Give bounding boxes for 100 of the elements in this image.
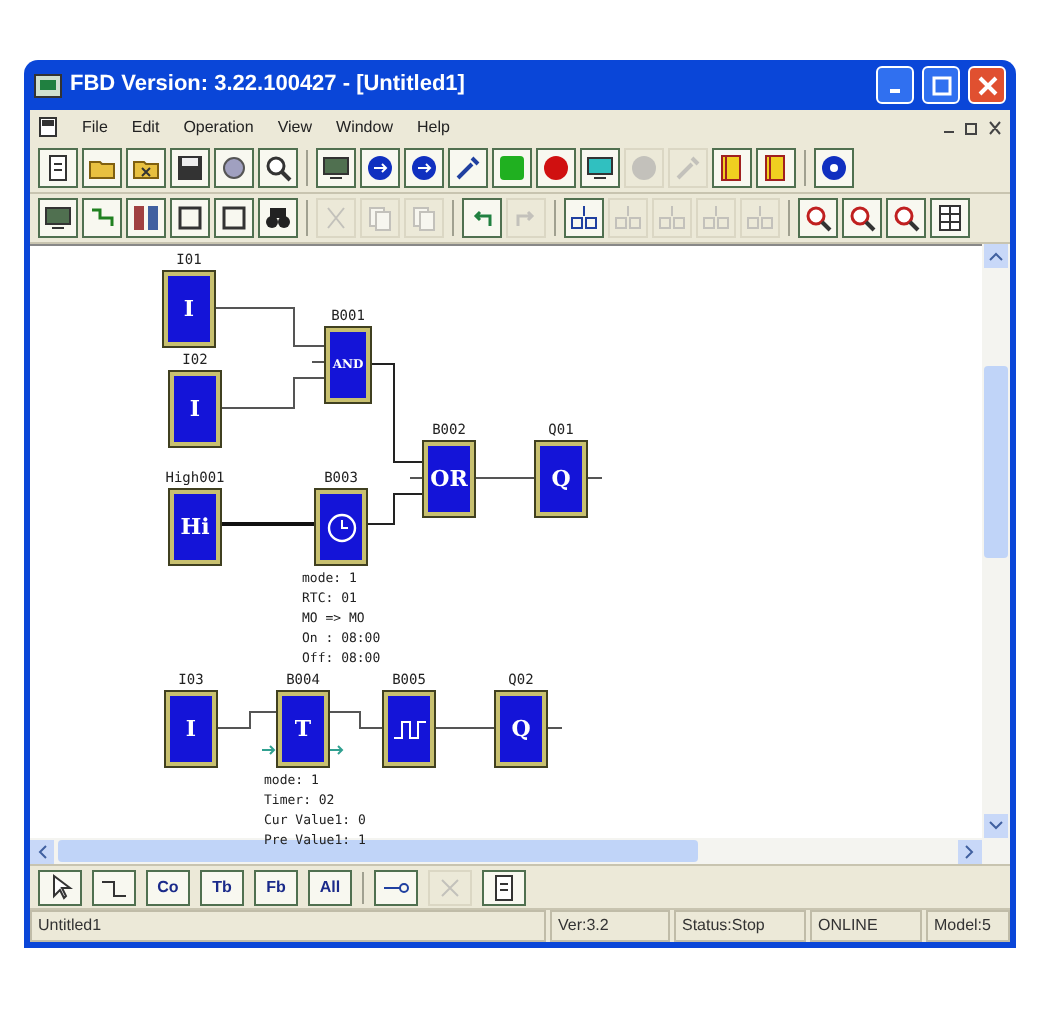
toolbar-button[interactable] (316, 148, 356, 188)
toolbar-button[interactable] (404, 148, 444, 188)
tool-button[interactable]: All (308, 869, 352, 905)
tool-button[interactable]: Tb (200, 869, 244, 905)
toolbar-button[interactable] (756, 148, 796, 188)
toolbar-button[interactable] (798, 198, 838, 238)
horizontal-scrollbar[interactable] (30, 838, 1010, 864)
align-icon (702, 204, 730, 232)
wire (327, 711, 385, 729)
wrench-icon (674, 154, 702, 182)
align-icon (614, 204, 642, 232)
toolbar-button[interactable] (930, 198, 970, 238)
wire (213, 307, 327, 347)
toolbar-button[interactable] (580, 148, 620, 188)
close-button[interactable] (968, 66, 1006, 104)
mdi-controls-icon (942, 119, 1002, 135)
menu-item[interactable]: File (82, 115, 108, 139)
menu-item[interactable]: Edit (131, 115, 160, 139)
clock-icon (325, 511, 357, 543)
close-icon (436, 873, 464, 901)
screen-icon (586, 154, 614, 182)
scroll-left-icon (30, 839, 54, 863)
menu-item[interactable]: View (277, 115, 313, 139)
frame-icon (220, 204, 248, 232)
book-icon (718, 154, 746, 182)
function-block[interactable]: Q (536, 442, 586, 516)
function-block[interactable]: T (278, 692, 328, 766)
circle-icon (630, 154, 658, 182)
zoom-icon (804, 204, 832, 232)
toolbar-button[interactable] (360, 148, 400, 188)
toolbar-button[interactable] (38, 148, 78, 188)
toolbar-button[interactable] (814, 148, 854, 188)
function-block[interactable]: Hi (170, 490, 220, 564)
toolbar-button[interactable] (170, 198, 210, 238)
tool-button[interactable]: Co (146, 869, 190, 905)
wire (433, 727, 497, 729)
function-block[interactable]: OR (424, 442, 474, 516)
menu-item[interactable]: Operation (183, 115, 254, 139)
document-icon (38, 116, 58, 138)
wire (365, 493, 425, 525)
menu-item[interactable]: Window (336, 115, 393, 139)
wire (215, 711, 279, 729)
document-icon (44, 154, 72, 182)
status-pane: Status:Stop (674, 910, 806, 942)
page-icon (490, 873, 518, 901)
grid-icon (936, 204, 964, 232)
diagram-icon (88, 204, 116, 232)
wire (473, 477, 537, 479)
close-icon (977, 75, 997, 95)
run-icon (498, 154, 526, 182)
status-pane: Untitled1 (30, 910, 546, 942)
binoculars-icon (264, 204, 292, 232)
scroll-up-icon (984, 244, 1008, 268)
vertical-scrollbar[interactable] (982, 244, 1010, 838)
maximize-button[interactable] (922, 66, 960, 104)
toolbar-button[interactable] (712, 148, 752, 188)
tool-button[interactable]: Fb (254, 869, 298, 905)
help-icon (820, 154, 848, 182)
wire (219, 377, 327, 409)
app-icon (34, 73, 62, 97)
window-title: FBD Version: 3.22.100427 - [Untitled1] (70, 70, 465, 101)
align-icon (570, 204, 598, 232)
status-pane: ONLINE (810, 910, 922, 942)
toolbar-button[interactable] (170, 148, 210, 188)
tool-button[interactable] (38, 869, 82, 905)
tool-button[interactable] (482, 869, 526, 905)
toolbar-button[interactable] (38, 198, 78, 238)
toolbar-button[interactable] (886, 198, 926, 238)
minimize-button[interactable] (876, 66, 914, 104)
scissors-icon (322, 204, 350, 232)
wrench-icon (454, 154, 482, 182)
toolbar-button[interactable] (214, 148, 254, 188)
toolbar-button[interactable] (214, 198, 254, 238)
pulse-icon (391, 715, 427, 743)
arrow-icon (262, 744, 278, 756)
function-block[interactable]: Q (496, 692, 546, 766)
paste-icon (410, 204, 438, 232)
toolbar-button[interactable] (842, 198, 882, 238)
tool-button[interactable] (374, 869, 418, 905)
arrow-icon (330, 744, 346, 756)
toolbar-button[interactable] (126, 198, 166, 238)
copy-icon (366, 204, 394, 232)
tool-button[interactable] (92, 869, 136, 905)
menu-item[interactable]: Help (416, 115, 450, 139)
toolbar-button[interactable] (126, 148, 166, 188)
scrollbar-thumb[interactable] (984, 365, 1008, 557)
align-icon (658, 204, 686, 232)
toolbar-button[interactable] (258, 198, 298, 238)
function-block[interactable] (316, 490, 366, 564)
toolbar-button[interactable] (448, 148, 488, 188)
toolbar-button[interactable] (564, 198, 604, 238)
book-icon (762, 154, 790, 182)
function-block[interactable]: I (164, 272, 214, 346)
status-pane: Ver:3.2 (550, 910, 670, 942)
toolbar-button[interactable] (258, 148, 298, 188)
function-block[interactable] (384, 692, 434, 766)
function-block[interactable]: I (170, 372, 220, 446)
function-block[interactable]: I (166, 692, 216, 766)
zoom-icon (848, 204, 876, 232)
wire (220, 522, 316, 526)
